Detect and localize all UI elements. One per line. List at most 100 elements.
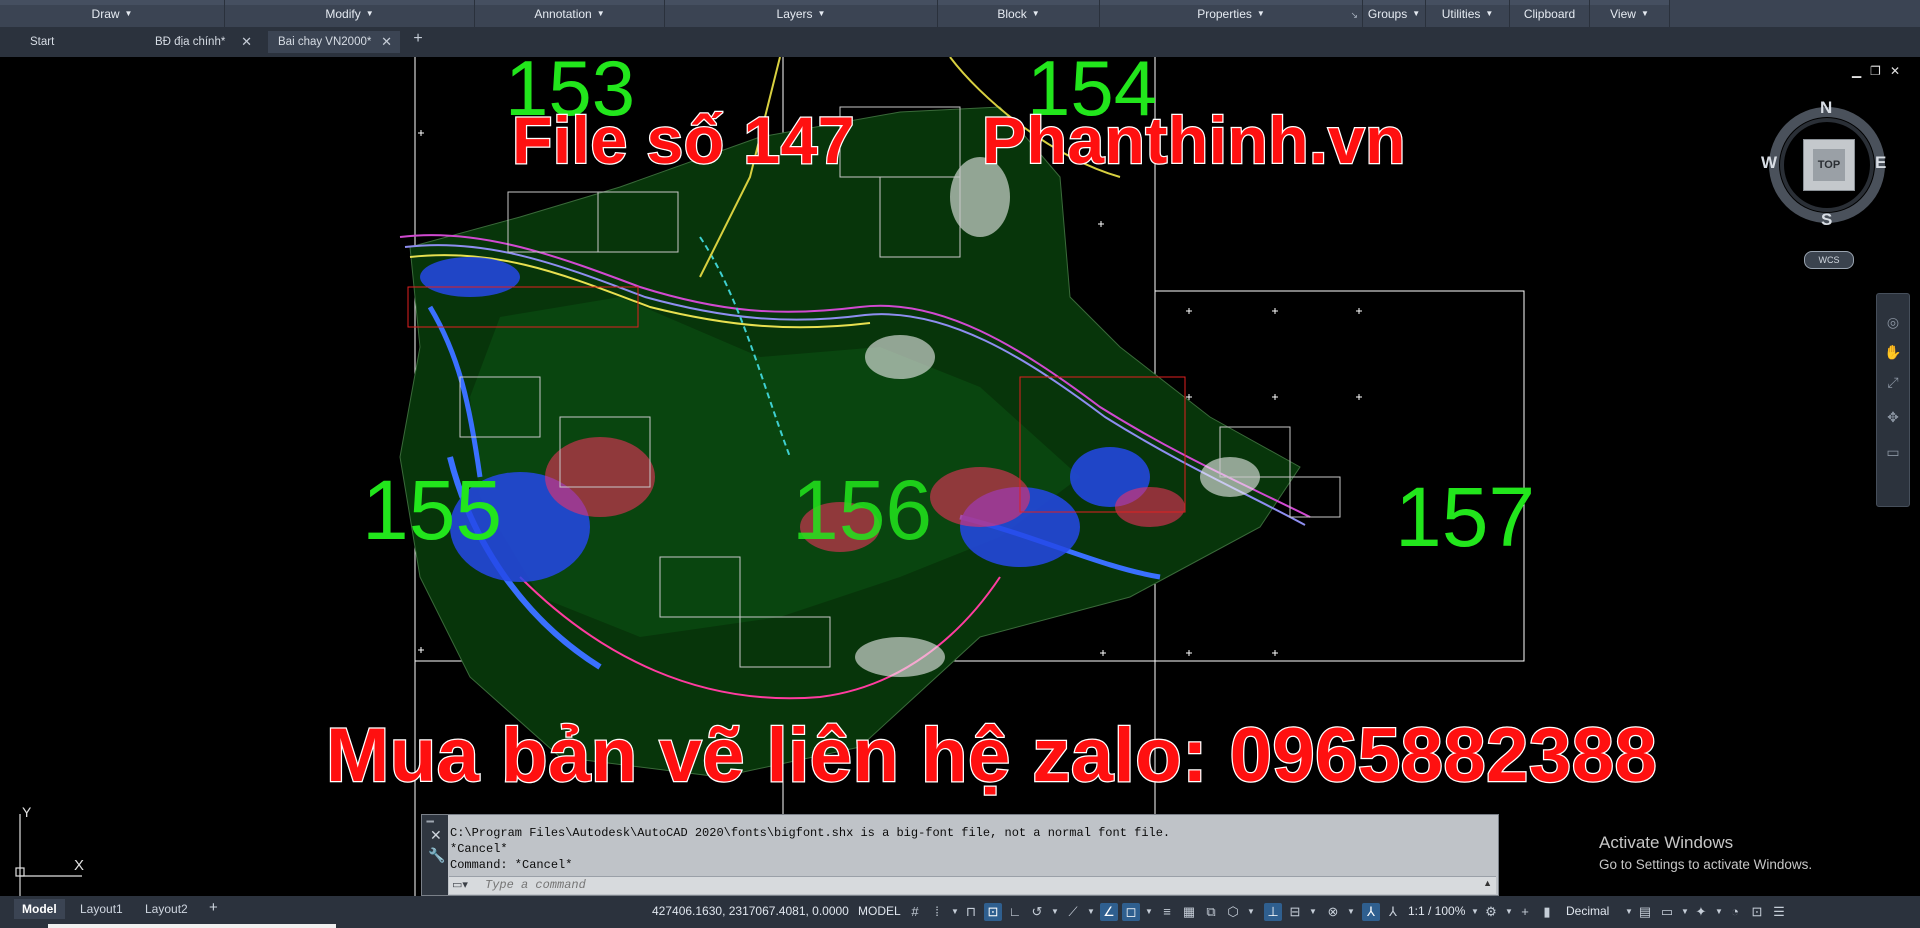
quick-properties-icon[interactable]: ▤ bbox=[1636, 903, 1654, 921]
close-icon[interactable]: ✕ bbox=[381, 34, 392, 50]
command-prompt-icon[interactable]: ▭▾ bbox=[452, 878, 468, 891]
navigation-bar: ◎ ✋ ⤢ ✥ ▭ bbox=[1876, 293, 1910, 507]
selection-filter-icon[interactable]: ⊟ bbox=[1286, 903, 1304, 921]
wcs-menu[interactable]: WCS bbox=[1804, 251, 1854, 269]
ucs-y-label: Y bbox=[22, 804, 32, 820]
layout-tab-model[interactable]: Model bbox=[14, 899, 65, 919]
wrench-icon[interactable]: 🔧 bbox=[428, 847, 445, 864]
coordinates-readout[interactable]: 427406.1630, 2317067.4081, 0.0000 bbox=[652, 904, 849, 918]
model-space-toggle[interactable]: MODEL bbox=[858, 904, 901, 918]
command-window-side: ▪▪▪▪ ✕ 🔧 bbox=[422, 815, 448, 895]
chevron-down-icon: ▼ bbox=[365, 9, 374, 18]
chevron-down-icon[interactable]: ▼ bbox=[1082, 903, 1100, 921]
chevron-down-icon[interactable]: ▼ bbox=[1342, 903, 1360, 921]
watermark-website: Phanthinh.vn bbox=[981, 102, 1407, 179]
orbit-icon[interactable]: ✥ bbox=[1883, 409, 1903, 427]
ribbon-panel-draw[interactable]: Draw ▼ bbox=[0, 0, 225, 27]
command-history: C:\Program Files\Autodesk\AutoCAD 2020\f… bbox=[450, 826, 1171, 872]
panel-launcher-icon[interactable]: ↘ bbox=[1350, 10, 1358, 21]
infer-constraints-icon[interactable]: ⊓ bbox=[962, 903, 980, 921]
annotation-visibility-icon[interactable]: ⅄ bbox=[1362, 903, 1380, 921]
dynamic-input-icon[interactable]: ⊡ bbox=[984, 903, 1002, 921]
chevron-down-icon[interactable]: ▼ bbox=[1304, 903, 1322, 921]
close-icon[interactable]: ✕ bbox=[1890, 64, 1900, 78]
clean-screen-icon[interactable]: ⊡ bbox=[1748, 903, 1766, 921]
file-tab-bar: Start BĐ địa chính* ✕ Bai chay VN2000* ✕ bbox=[0, 27, 1920, 58]
chevron-down-icon: ▼ bbox=[817, 9, 826, 18]
viewcube-face-top[interactable]: TOP bbox=[1803, 139, 1855, 191]
viewcube[interactable]: N S E W TOP bbox=[1761, 95, 1887, 235]
chevron-down-icon: ▼ bbox=[1412, 9, 1421, 18]
graphics-performance-icon[interactable]: ◔ bbox=[1726, 903, 1744, 921]
object-snap-tracking-icon[interactable]: ∠ bbox=[1100, 903, 1118, 921]
ribbon-panel-utilities[interactable]: Utilities ▼ bbox=[1426, 0, 1510, 27]
chevron-down-icon: ▼ bbox=[1256, 9, 1265, 18]
gizmo-icon[interactable]: ⊗ bbox=[1324, 903, 1342, 921]
steering-wheel-icon[interactable]: ◎ bbox=[1883, 314, 1903, 332]
object-snap-icon[interactable]: ◻ bbox=[1122, 903, 1140, 921]
chevron-down-icon[interactable]: ▼ bbox=[1140, 903, 1158, 921]
horizontal-scrollbar[interactable] bbox=[48, 924, 336, 928]
file-tab-start[interactable]: Start bbox=[20, 31, 140, 53]
layout-tab-bar: Model Layout1 Layout2 + bbox=[0, 896, 640, 928]
3d-osnap-icon[interactable]: ⬡ bbox=[1224, 903, 1242, 921]
units-icon[interactable]: ▮ bbox=[1538, 903, 1556, 921]
units-dropdown[interactable]: Decimal bbox=[1566, 904, 1609, 918]
ribbon-panel-modify[interactable]: Modify ▼ bbox=[225, 0, 475, 27]
sheet-number-157: 157 bbox=[1395, 470, 1536, 564]
layout-tab-layout2[interactable]: Layout2 bbox=[137, 899, 196, 919]
ribbon-panel-view[interactable]: View ▼ bbox=[1590, 0, 1670, 27]
command-input-row: ▭▾ ▲ bbox=[449, 876, 1496, 894]
pan-icon[interactable]: ✋ bbox=[1883, 344, 1903, 362]
ribbon-panel-annotation[interactable]: Annotation ▼ bbox=[475, 0, 665, 27]
polar-tracking-icon[interactable]: ↺ bbox=[1028, 903, 1046, 921]
file-tab-bai-chay[interactable]: Bai chay VN2000* ✕ bbox=[268, 31, 400, 53]
add-layout-plus-icon[interactable]: + bbox=[209, 899, 218, 916]
dynamic-ucs-icon[interactable]: ⊥ bbox=[1264, 903, 1282, 921]
chevron-down-icon[interactable]: ▼ bbox=[1242, 903, 1260, 921]
ribbon-panel-clipboard[interactable]: Clipboard bbox=[1510, 0, 1590, 27]
new-tab-plus-icon[interactable]: + bbox=[410, 30, 426, 50]
compass-west[interactable]: W bbox=[1761, 153, 1777, 173]
customization-menu-icon[interactable]: ☰ bbox=[1770, 903, 1788, 921]
annotation-scale[interactable]: 1:1 / 100% bbox=[1408, 904, 1465, 918]
chevron-up-icon[interactable]: ▲ bbox=[1483, 878, 1492, 888]
layout-tab-layout1[interactable]: Layout1 bbox=[72, 899, 131, 919]
grid-icon[interactable]: # bbox=[906, 903, 924, 921]
compass-south[interactable]: S bbox=[1821, 210, 1832, 230]
annotation-monitor-plus-icon[interactable]: + bbox=[1516, 903, 1534, 921]
close-icon[interactable]: ✕ bbox=[241, 34, 252, 50]
restore-icon[interactable]: ❐ bbox=[1870, 64, 1881, 78]
chevron-down-icon: ▼ bbox=[596, 9, 605, 18]
sheet-number-156: 156 bbox=[792, 463, 933, 557]
minimize-icon[interactable]: ▁ bbox=[1852, 64, 1861, 78]
ribbon-panel-properties[interactable]: Properties ▼ ↘ bbox=[1100, 0, 1363, 27]
ribbon-panel-layers[interactable]: Layers ▼ bbox=[665, 0, 938, 27]
auto-scale-icon[interactable]: ⅄ bbox=[1384, 903, 1402, 921]
grip-icon[interactable]: ▪▪▪▪ bbox=[426, 817, 434, 826]
isodraft-icon[interactable]: ⟋ bbox=[1064, 903, 1082, 921]
sheet-number-155: 155 bbox=[362, 463, 503, 557]
lineweight-icon[interactable]: ≡ bbox=[1158, 903, 1176, 921]
snap-icon[interactable]: ⁞ bbox=[928, 903, 946, 921]
selection-cycling-icon[interactable]: ⧉ bbox=[1202, 903, 1220, 921]
ribbon-panel-groups[interactable]: Groups ▼ bbox=[1363, 0, 1426, 27]
close-icon[interactable]: ✕ bbox=[430, 827, 442, 844]
file-tab-bd-dia-chinh[interactable]: BĐ địa chính* ✕ bbox=[145, 31, 260, 53]
lock-ui-icon[interactable]: ▭ bbox=[1658, 903, 1676, 921]
compass-east[interactable]: E bbox=[1875, 153, 1886, 173]
command-input[interactable] bbox=[485, 877, 1465, 893]
ortho-icon[interactable]: ∟ bbox=[1006, 903, 1024, 921]
drawing-canvas[interactable]: 153 154 155 156 157 158 159 File số 147 … bbox=[0, 57, 1920, 896]
isolate-objects-icon[interactable]: ✦ bbox=[1692, 903, 1710, 921]
compass-north[interactable]: N bbox=[1820, 98, 1832, 118]
command-window: ▪▪▪▪ ✕ 🔧 C:\Program Files\Autodesk\AutoC… bbox=[421, 814, 1499, 896]
ribbon-panels: Draw ▼ Modify ▼ Annotation ▼ Layers ▼ Block ▼… bbox=[0, 0, 1670, 27]
zoom-extents-icon[interactable]: ⤢ bbox=[1883, 374, 1903, 392]
transparency-icon[interactable]: ▦ bbox=[1180, 903, 1198, 921]
ucs-x-label: X bbox=[74, 857, 85, 874]
ribbon-panel-block[interactable]: Block ▼ bbox=[938, 0, 1100, 27]
workspace-gear-icon[interactable]: ⚙ bbox=[1482, 903, 1500, 921]
showmotion-icon[interactable]: ▭ bbox=[1883, 444, 1903, 462]
chevron-down-icon[interactable]: ▼ bbox=[1046, 903, 1064, 921]
